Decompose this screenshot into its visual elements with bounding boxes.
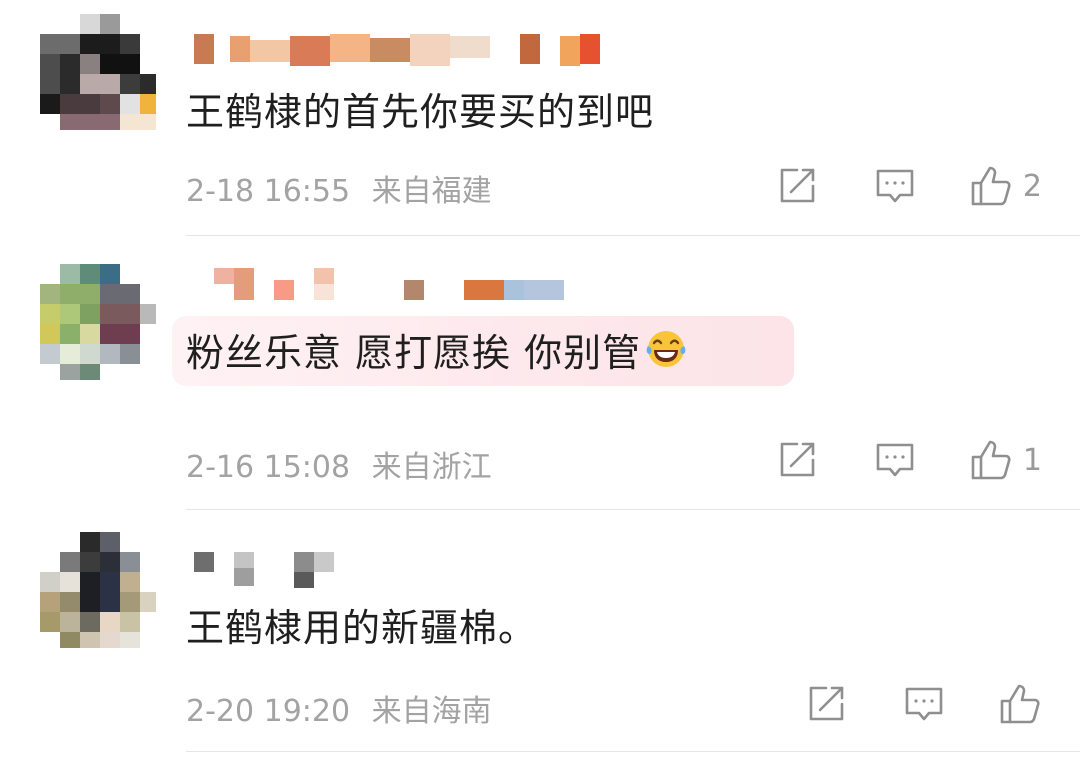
like-count: 2 [1022, 168, 1042, 204]
share-button[interactable] [804, 684, 848, 724]
share-icon [809, 686, 844, 721]
comment-item: 粉丝乐意 愿打愿挨 你别管 2-16 15:08 来自浙江 1 [0, 236, 1080, 510]
thumbs-up-icon [1000, 684, 1040, 724]
comment-time: 2-20 19:20 [186, 694, 351, 729]
laughing-tears-emoji [645, 328, 687, 381]
share-button[interactable] [775, 166, 819, 206]
thumbs-up-icon [971, 166, 1011, 206]
comment-location: 来自福建 [371, 174, 492, 209]
username-blurred[interactable] [190, 32, 610, 72]
comment-icon [876, 169, 914, 203]
reply-button[interactable] [902, 684, 946, 724]
comment-actions [804, 682, 1042, 726]
comment-item: 王鹤棣的首先你要买的到吧 2-18 16:55 来自福建 2 [0, 0, 1080, 236]
comment-meta: 2-18 16:55 来自福建 [186, 166, 492, 210]
comment-icon [905, 687, 943, 721]
like-button[interactable]: 2 [969, 164, 1042, 208]
avatar[interactable] [40, 532, 156, 648]
divider [186, 751, 1080, 752]
comment-text: 粉丝乐意 愿打愿挨 你别管 [186, 328, 687, 381]
comment-time: 2-18 16:55 [186, 174, 351, 209]
comment-icon [876, 443, 914, 477]
username-blurred[interactable] [190, 550, 360, 590]
avatar[interactable] [40, 14, 156, 130]
like-button[interactable]: 1 [969, 438, 1042, 482]
reply-button[interactable] [873, 166, 917, 206]
comment-text: 王鹤棣的首先你要买的到吧 [186, 90, 655, 134]
like-count: 1 [1022, 442, 1042, 478]
reply-button[interactable] [873, 440, 917, 480]
comment-text: 王鹤棣用的新疆棉。 [186, 606, 538, 650]
comment-meta: 2-20 19:20 来自海南 [186, 686, 492, 730]
share-icon [780, 442, 815, 477]
share-button[interactable] [775, 440, 819, 480]
comment-location: 来自海南 [371, 694, 492, 729]
like-button[interactable] [998, 682, 1042, 726]
comment-time: 2-16 15:08 [186, 450, 351, 485]
avatar[interactable] [40, 264, 156, 380]
comment-meta: 2-16 15:08 来自浙江 [186, 442, 492, 486]
comment-actions: 2 [775, 164, 1042, 208]
share-icon [780, 168, 815, 203]
comment-actions: 1 [775, 438, 1042, 482]
comment-text-content: 粉丝乐意 愿打愿挨 你别管 [186, 331, 642, 375]
username-blurred[interactable] [190, 266, 590, 306]
thumbs-up-icon [971, 440, 1011, 480]
comment-location: 来自浙江 [371, 450, 492, 485]
comment-item: 王鹤棣用的新疆棉。 2-20 19:20 来自海南 [0, 510, 1080, 757]
